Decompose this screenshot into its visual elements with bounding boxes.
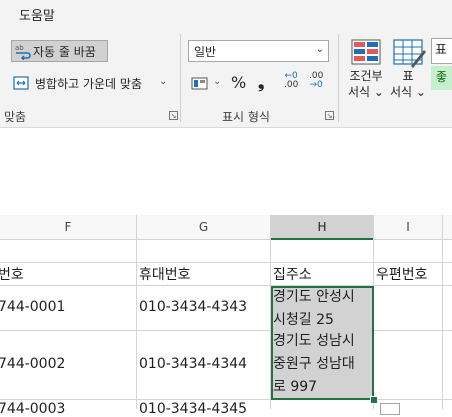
wrap-text-label: 자동 줄 바꿈	[33, 45, 96, 59]
alignment-group-label: 맞춤	[4, 110, 27, 124]
format-as-table-button[interactable]: 표 서식 ⌄	[386, 68, 430, 100]
comma-style-button[interactable]: ❟	[258, 73, 264, 93]
ribbon-tab-bar: 도움말	[0, 0, 452, 30]
cell-style-normal[interactable]: 표	[431, 38, 452, 64]
fill-handle[interactable]	[370, 396, 378, 404]
chevron-down-icon[interactable]: ⌄	[213, 76, 221, 87]
accounting-format-icon[interactable]	[191, 75, 211, 93]
number-group-label: 표시 형식	[222, 110, 270, 124]
column-header-i[interactable]: I	[374, 215, 442, 240]
increase-decimal-button[interactable]: ←0 .00	[284, 72, 298, 90]
cell-h-header[interactable]: 집주소	[273, 264, 312, 284]
conditional-formatting-button[interactable]: 조건부 서식 ⌄	[343, 68, 389, 100]
merge-center-button[interactable]: 병합하고 가운데 맞춤 ⌄	[11, 73, 171, 95]
column-header-h[interactable]: H	[271, 215, 373, 240]
group-divider	[338, 34, 339, 122]
conditional-formatting-label-1: 조건부	[349, 69, 383, 83]
merge-center-label: 병합하고 가운데 맞춤	[35, 77, 142, 91]
cell-g-row3[interactable]: 010-3434-4345	[139, 401, 247, 417]
number-format-value: 일반	[194, 45, 217, 59]
quick-analysis-icon[interactable]	[380, 403, 400, 415]
gridline	[0, 285, 452, 286]
gridline	[442, 240, 443, 409]
dialog-launcher-icon[interactable]: ↘	[325, 111, 334, 120]
percent-style-button[interactable]: %	[231, 73, 246, 92]
format-as-table-label-2: 서식 ⌄	[390, 85, 426, 99]
cell-style-good[interactable]: 좋	[431, 66, 452, 90]
format-as-table-label-1: 표	[402, 69, 414, 83]
dialog-launcher-icon[interactable]: ↘	[169, 111, 178, 120]
cell-f-row3[interactable]: 744-0003	[0, 401, 65, 417]
cell-f-header[interactable]: 번호	[0, 264, 24, 284]
column-header-j[interactable]	[443, 215, 452, 240]
selection-border	[271, 286, 374, 400]
gridline	[136, 240, 137, 409]
conditional-formatting-label-2: 서식 ⌄	[348, 85, 384, 99]
cell-g-row2[interactable]: 010-3434-4344	[139, 356, 247, 372]
column-header-f[interactable]: F	[0, 215, 136, 240]
decrease-decimal-bottom: →0	[309, 80, 323, 90]
tab-help[interactable]: 도움말	[19, 5, 55, 24]
number-format-dropdown[interactable]: 일반 ⌄	[188, 40, 329, 62]
cell-f-row2[interactable]: 744-0002	[0, 356, 65, 372]
cell-i-header[interactable]: 우편번호	[376, 264, 428, 284]
increase-decimal-bottom: .00	[284, 80, 299, 90]
column-header-g[interactable]: G	[137, 215, 270, 240]
svg-text:ab: ab	[15, 44, 24, 52]
gridline	[0, 399, 452, 400]
merge-cells-icon	[13, 76, 29, 90]
wrap-text-button[interactable]: ab 자동 줄 바꿈	[11, 40, 108, 62]
group-divider	[180, 34, 181, 122]
blank-area	[0, 128, 452, 208]
cell-g-header[interactable]: 휴대번호	[139, 264, 191, 284]
format-as-table-icon[interactable]	[391, 38, 427, 70]
ribbon: ab 자동 줄 바꿈 병합하고 가운데 맞춤 ⌄ 맞춤 ↘ 일반 ⌄ ⌄ % ❟…	[0, 30, 452, 128]
chevron-down-icon: ⌄	[315, 44, 324, 55]
wrap-text-icon: ab	[15, 44, 31, 60]
conditional-formatting-icon[interactable]	[349, 38, 385, 70]
gridline	[0, 262, 452, 263]
cell-g-row1[interactable]: 010-3434-4343	[139, 299, 247, 315]
chevron-down-icon[interactable]: ⌄	[159, 76, 167, 87]
decrease-decimal-button[interactable]: .00 →0	[309, 72, 323, 90]
gridline	[0, 330, 452, 331]
cell-f-row1[interactable]: 744-0001	[0, 299, 65, 315]
